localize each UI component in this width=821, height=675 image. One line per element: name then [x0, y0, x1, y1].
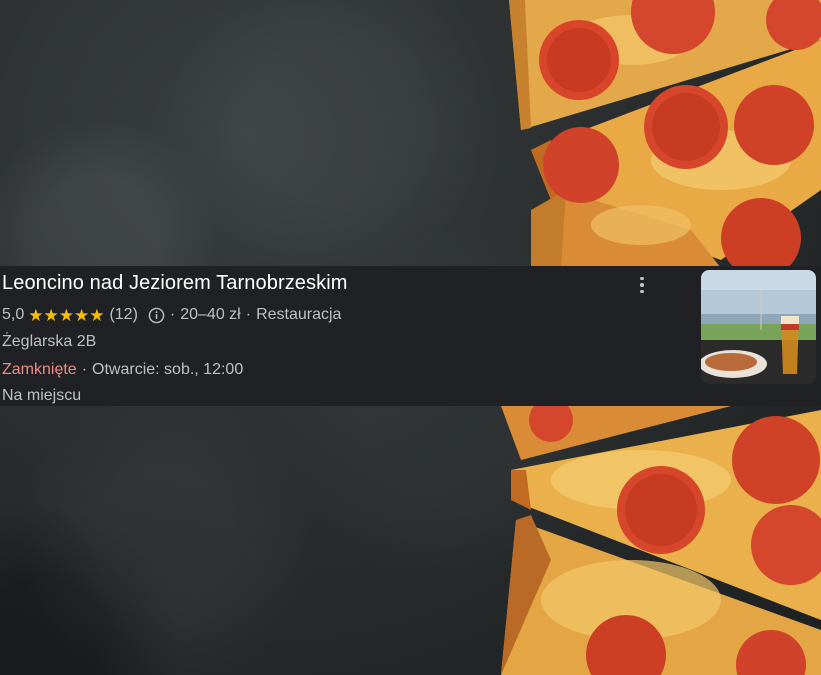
info-icon[interactable]	[148, 306, 166, 324]
star-icon: ★★★★★	[28, 305, 105, 325]
hours-row: Zamknięte · Otwarcie: sob., 12:00	[2, 361, 243, 379]
place-result-card[interactable]: Leoncino nad Jeziorem Tarnobrzeskim 5,0 …	[0, 266, 821, 406]
more-vert-icon[interactable]	[630, 274, 654, 296]
place-name[interactable]: Leoncino nad Jeziorem Tarnobrzeskim	[2, 272, 348, 295]
place-thumbnail[interactable]	[701, 270, 816, 384]
open-status: Zamknięte	[2, 361, 77, 378]
service-options: Na miejscu	[2, 387, 82, 404]
separator: ·	[169, 306, 176, 323]
address: Żeglarska 2B	[2, 333, 97, 350]
separator: ·	[81, 361, 88, 378]
page: Leoncino nad Jeziorem Tarnobrzeskim 5,0 …	[0, 0, 821, 675]
more-dot	[640, 289, 644, 294]
price-range: 20–40 zł	[180, 306, 241, 323]
star-rating: ★★★★★	[28, 307, 104, 324]
place-category: Restauracja	[256, 306, 342, 323]
opening-hours: Otwarcie: sob., 12:00	[92, 361, 244, 378]
more-dot	[640, 276, 644, 281]
rating-value: 5,0	[2, 306, 25, 323]
more-dot	[640, 283, 644, 287]
review-count[interactable]: (12)	[109, 306, 137, 324]
separator: ·	[245, 306, 252, 323]
rating-row: 5,0 ★★★★★ (12) · 20–40 zł · Restauracja	[2, 306, 346, 324]
